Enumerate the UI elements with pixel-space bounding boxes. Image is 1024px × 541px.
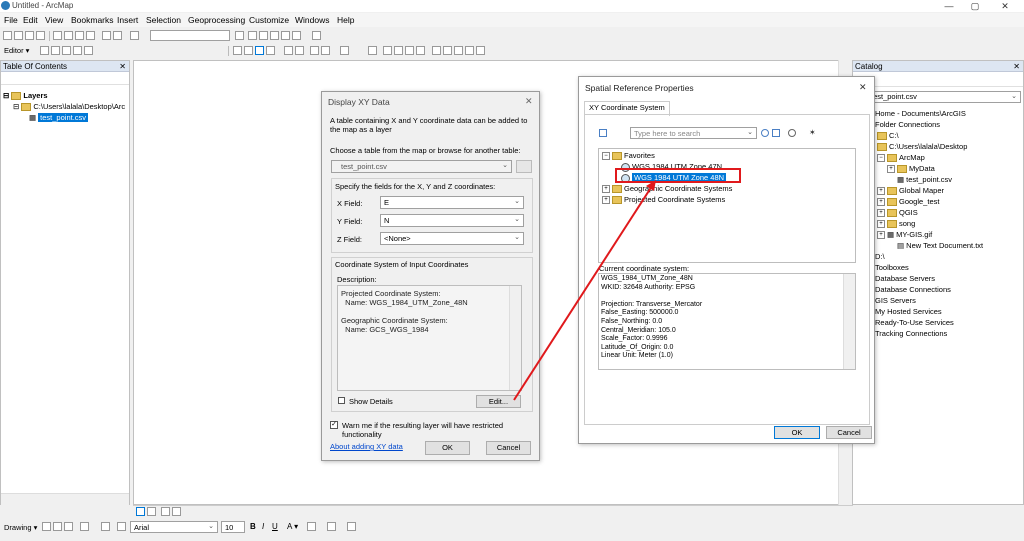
underline-button[interactable]: U: [272, 522, 278, 531]
fill-color-icon[interactable]: [307, 522, 316, 531]
status-bar: [0, 535, 1024, 541]
annotation-arrow: [513, 180, 656, 401]
font-value: Arial: [134, 523, 150, 532]
rotate-icon[interactable]: [53, 522, 62, 531]
edit-vertices-icon[interactable]: [117, 522, 126, 531]
font-size-value: 10: [225, 523, 234, 532]
chevron-down-icon: ⌄: [208, 523, 214, 530]
font-select[interactable]: Arial ⌄: [130, 521, 218, 533]
arrow-line: [513, 185, 653, 401]
select-elements-icon[interactable]: [42, 522, 51, 531]
rectangle-icon[interactable]: [80, 522, 89, 531]
marker-color-icon[interactable]: [347, 522, 356, 531]
zoom-whole-page-icon[interactable]: [64, 522, 73, 531]
bold-button[interactable]: B: [250, 522, 256, 531]
font-size-select[interactable]: 10: [221, 521, 245, 533]
text-icon[interactable]: [101, 522, 110, 531]
line-color-icon[interactable]: [327, 522, 336, 531]
italic-button[interactable]: I: [262, 522, 264, 531]
font-color-button[interactable]: A ▾: [287, 522, 298, 531]
drawing-menu[interactable]: Drawing ▾: [4, 523, 37, 532]
drawing-toolbar: Drawing ▾ Arial ⌄ 10 B I U A ▾: [0, 520, 1024, 534]
